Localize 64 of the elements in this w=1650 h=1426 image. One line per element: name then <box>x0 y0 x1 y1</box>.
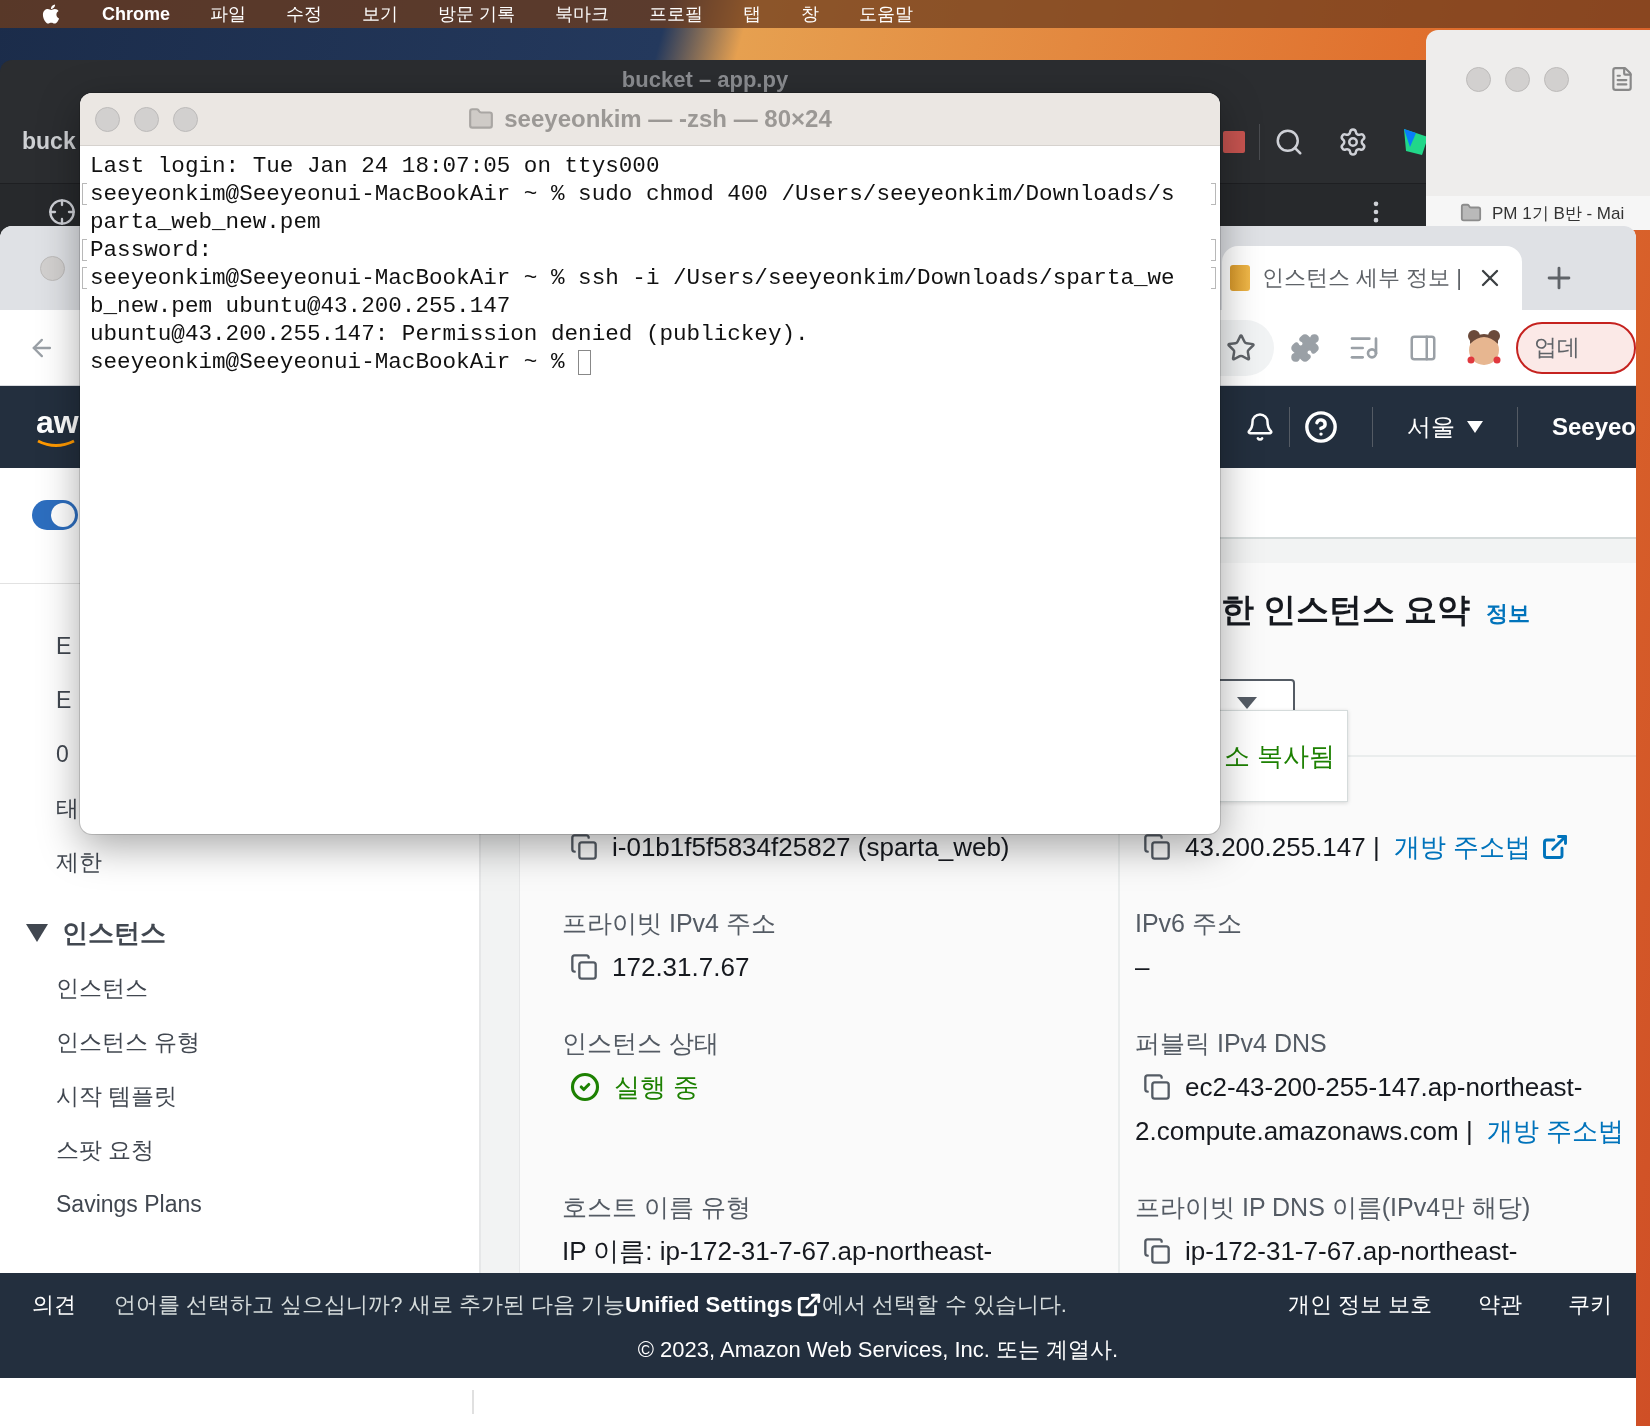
footer-link[interactable]: 개인 정보 보호 <box>1287 1290 1432 1320</box>
footer-link[interactable]: 약관 <box>1478 1290 1522 1320</box>
terminal-line: parta_web_new.pem <box>90 209 321 235</box>
terminal-line: seeyeonkim@Seeyeonui-MacBookAir ~ % sudo chmod 400 /Users/seeyeonkim/Downloads/s <box>90 181 1175 207</box>
field-value: – <box>1135 951 1150 983</box>
field-label: 프라이빗 IPv4 주소 <box>562 907 777 939</box>
field-label: 프라이빗 IP DNS 이름(IPv4만 해당) <box>1135 1191 1532 1223</box>
sidebar-item[interactable]: 시작 템플릿 <box>56 1069 178 1123</box>
terminal-line: ubuntu@43.200.255.147: Permission denied (publickey). <box>90 321 809 347</box>
field-value: ip-172-31-7-67.ap-northeast- <box>1185 1235 1518 1267</box>
window-title: seeyeonkim — -zsh — 80×24 <box>504 105 832 133</box>
field-value: 43.200.255.147 | <box>1185 831 1380 863</box>
field-value: ec2-43-200-255-147.ap-northeast- <box>1185 1071 1583 1103</box>
menu-item[interactable]: 창 <box>801 2 820 26</box>
sidebar-section[interactable]: 인스턴스 <box>0 905 479 961</box>
menu-item[interactable]: Chrome <box>102 3 170 25</box>
field-label: 인스턴스 상태 <box>562 1027 720 1059</box>
field-value: 172.31.7.67 <box>612 951 750 983</box>
region-selector[interactable]: 서울 <box>1406 411 1483 443</box>
popover-text: 소 복사됨 <box>1224 739 1336 773</box>
terminal-line: seeyeonkim@Seeyeonui-MacBookAir ~ % <box>90 349 565 375</box>
sidebar-item[interactable]: 인스턴스 유형 <box>56 1015 201 1069</box>
info-link[interactable]: 정보 <box>1486 599 1531 629</box>
logo-text: aw <box>36 406 79 438</box>
sidebar-item[interactable]: E <box>56 619 72 673</box>
menu-item[interactable]: 파일 <box>210 2 246 26</box>
settings-link[interactable]: Unified Settings <box>624 1292 823 1318</box>
menu-item[interactable]: 프로필 <box>649 2 704 26</box>
menu-item[interactable]: 보기 <box>362 2 398 26</box>
menu-item[interactable]: 방문 기록 <box>438 2 516 26</box>
external-link[interactable]: 개방 주소법 <box>1486 1113 1624 1149</box>
language-notice: 언어를 선택하고 싶으십니까? 새로 추가된 다음 기능Unified Settings 에서 선택할 수 있습니다. <box>114 1291 1067 1320</box>
update-button[interactable]: 업데 <box>1516 321 1636 374</box>
field-label: IPv6 주소 <box>1135 907 1243 939</box>
field-value: i-01b1f5f5834f25827 (sparta_web) <box>612 831 1010 863</box>
account-menu[interactable]: Seeyeo <box>1551 413 1636 441</box>
footer-link[interactable]: 쿠키 <box>1568 1290 1612 1320</box>
sidebar-item[interactable]: 스팟 요청 <box>56 1123 155 1177</box>
sidebar-item[interactable]: E <box>56 673 72 727</box>
project-label[interactable]: buck <box>22 128 76 155</box>
copyright-text: © 2023, Amazon Web Services, Inc. 또는 계열사. <box>636 1336 1119 1364</box>
terminal-line: b_new.pem ubuntu@43.200.255.147 <box>90 293 511 319</box>
field-value: IP 이름: ip-172-31-7-67.ap-northeast- <box>562 1234 993 1268</box>
sidebar-item[interactable]: 0 <box>56 727 69 781</box>
terminal-line: seeyeonkim@Seeyeonui-MacBookAir ~ % ssh -i /Users/seeyeonkim/Downloads/sparta_we <box>90 265 1175 291</box>
external-link[interactable]: 개방 주소법 <box>1393 829 1569 865</box>
window-title: bucket – app.py <box>621 67 789 93</box>
field-value: 2.compute.amazonaws.com | <box>1135 1115 1473 1147</box>
terminal-line: Password: <box>90 237 213 263</box>
sidebar-item[interactable]: Savings Plans <box>56 1177 202 1231</box>
menu-item[interactable]: 탭 <box>743 2 762 26</box>
field-label: 퍼블릭 IPv4 DNS <box>1135 1027 1328 1059</box>
sidebar-item[interactable]: 제한 <box>56 835 102 889</box>
browser-tab[interactable]: 인스턴스 세부 정보 | <box>1222 246 1522 310</box>
terminal-line: Last login: Tue Jan 24 18:07:05 on ttys000 <box>90 153 660 179</box>
sidebar-item[interactable]: 인스턴스 <box>56 961 148 1015</box>
menu-item[interactable]: 수정 <box>286 2 322 26</box>
status-text: 실행 중 <box>614 1070 700 1104</box>
field-label: 호스트 이름 유형 <box>562 1191 752 1223</box>
menu-item[interactable]: 도움말 <box>859 2 914 26</box>
sidebar-item[interactable]: 태 <box>56 781 79 835</box>
section-title: 한 인스턴스 요약 <box>1221 590 1471 630</box>
menu-item[interactable]: 북마크 <box>555 2 610 26</box>
feedback-link[interactable]: 의견 <box>32 1290 76 1320</box>
